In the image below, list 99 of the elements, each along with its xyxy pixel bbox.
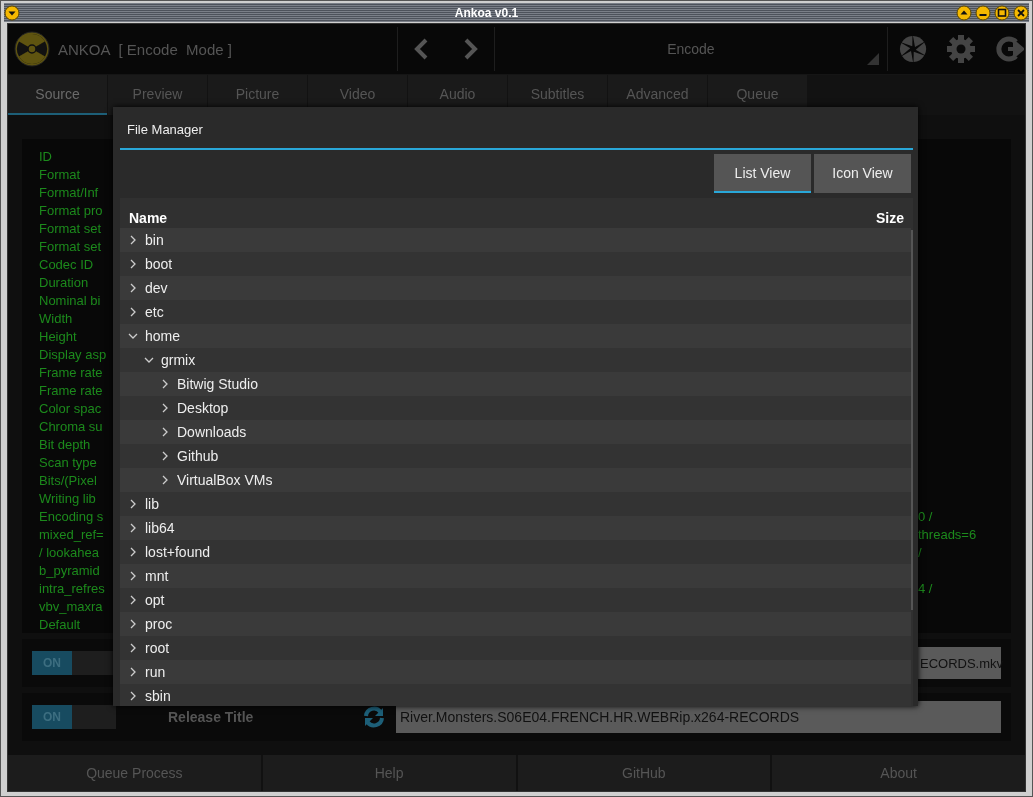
view-button[interactable]: List View xyxy=(714,154,811,193)
maximize-icon[interactable] xyxy=(994,4,1010,21)
info-label: Scan type xyxy=(39,454,97,470)
info-label: / lookahea xyxy=(39,544,99,560)
tree-row[interactable]: run xyxy=(120,660,911,684)
chevron-icon[interactable] xyxy=(128,667,138,677)
info-label: Frame rate xyxy=(39,364,103,380)
tree-row[interactable]: proc xyxy=(120,612,911,636)
info-label: Bit depth xyxy=(39,436,91,452)
chevron-icon[interactable] xyxy=(128,499,138,509)
tree-row[interactable]: Downloads xyxy=(120,420,911,444)
app-name: ANKOA xyxy=(58,40,111,58)
folder-name: home xyxy=(145,328,181,344)
folder-name: lost+found xyxy=(145,544,210,560)
folder-name: lib xyxy=(145,496,159,512)
radiation-logo-icon xyxy=(14,31,50,67)
chevron-icon[interactable] xyxy=(128,235,138,245)
chevron-icon[interactable] xyxy=(128,595,138,605)
mode-label: [ Encode Mode ] xyxy=(118,40,232,58)
folder-name: Desktop xyxy=(177,400,229,416)
chevron-icon[interactable] xyxy=(128,691,138,701)
info-label: Format pro xyxy=(39,202,103,218)
tree-row[interactable]: lib64 xyxy=(120,516,911,540)
info-label: b_pyramid xyxy=(39,562,100,578)
info-label: Display asp xyxy=(39,346,107,362)
chevron-icon[interactable] xyxy=(160,451,170,461)
refresh-icon[interactable] xyxy=(362,705,386,729)
shade-icon[interactable] xyxy=(956,4,972,21)
chevron-icon[interactable] xyxy=(160,475,170,485)
info-label: Format/Inf xyxy=(39,184,99,200)
info-label: Color spac xyxy=(39,400,102,416)
chevron-icon[interactable] xyxy=(128,331,138,341)
tree-row[interactable]: Bitwig Studio xyxy=(120,372,911,396)
folder-name: sbin xyxy=(145,688,171,704)
minimize-icon[interactable] xyxy=(975,4,991,21)
info-label: Writing lib xyxy=(39,490,96,506)
info-label: Nominal bi xyxy=(39,292,101,308)
chevron-icon[interactable] xyxy=(128,643,138,653)
info-label: Format set xyxy=(39,220,102,236)
info-label: Duration xyxy=(39,274,89,290)
folder-name: Downloads xyxy=(177,424,247,440)
chevron-icon[interactable] xyxy=(160,379,170,389)
folder-name: bin xyxy=(145,232,164,248)
info-value: / xyxy=(918,544,922,560)
info-label: Frame rate xyxy=(39,382,103,398)
dialog-title: File Manager xyxy=(120,107,913,150)
folder-name: mnt xyxy=(145,568,169,584)
info-label: Bits/(Pixel xyxy=(39,472,97,488)
folder-name: proc xyxy=(145,616,173,632)
folder-name: root xyxy=(145,640,170,656)
info-label: Codec ID xyxy=(39,256,94,272)
folder-name: lib64 xyxy=(145,520,175,536)
folder-name: grmix xyxy=(161,352,196,368)
info-label: vbv_maxra xyxy=(39,598,103,614)
release-title-label: Release Title xyxy=(168,709,255,725)
info-label: Encoding s xyxy=(39,508,104,524)
chevron-icon[interactable] xyxy=(160,427,170,437)
info-label: Width xyxy=(39,310,73,326)
scrollbar[interactable] xyxy=(911,230,913,610)
folder-name: VirtualBox VMs xyxy=(177,472,273,488)
tree-row[interactable]: VirtualBox VMs xyxy=(120,468,911,492)
folder-name: boot xyxy=(145,256,173,272)
info-value: threads=6 xyxy=(918,526,977,542)
tree-row[interactable]: home xyxy=(120,324,911,348)
info-label: Height xyxy=(39,328,77,344)
chevron-icon[interactable] xyxy=(128,283,138,293)
info-label: mixed_ref= xyxy=(39,526,104,542)
tree-row[interactable]: bin xyxy=(120,228,911,252)
info-label: Chroma su xyxy=(39,418,103,434)
info-value: 0 / xyxy=(918,508,933,524)
chevron-icon[interactable] xyxy=(144,355,154,365)
info-value: 4 / xyxy=(918,580,933,596)
column-header: Name xyxy=(129,210,168,228)
dropdown-corner-icon xyxy=(866,53,879,65)
folder-name: etc xyxy=(145,304,164,320)
folder-name: dev xyxy=(145,280,168,296)
chevron-icon[interactable] xyxy=(128,547,138,557)
column-header: Size xyxy=(876,210,904,228)
folder-name: Bitwig Studio xyxy=(177,376,258,392)
tree-row[interactable]: dev xyxy=(120,276,911,300)
info-label: Default xyxy=(39,616,81,632)
close-icon[interactable] xyxy=(1013,4,1029,21)
folder-name: run xyxy=(145,664,166,680)
chevron-icon[interactable] xyxy=(160,403,170,413)
chevron-icon[interactable] xyxy=(128,619,138,629)
folder-name: Github xyxy=(177,448,219,464)
tree-row[interactable]: mnt xyxy=(120,564,911,588)
view-button[interactable]: Icon View xyxy=(814,154,911,193)
chevron-icon[interactable] xyxy=(128,571,138,581)
chevron-icon[interactable] xyxy=(128,307,138,317)
info-label: Format xyxy=(39,166,81,182)
folder-name: opt xyxy=(145,592,165,608)
info-label: ID xyxy=(39,148,52,164)
window-menu-icon[interactable] xyxy=(4,4,20,21)
chevron-icon[interactable] xyxy=(128,259,138,269)
window-title: Ankoa v0.1 xyxy=(453,5,520,20)
info-label: Format set xyxy=(39,238,102,254)
info-label: intra_refres xyxy=(39,580,105,596)
chevron-icon[interactable] xyxy=(128,523,138,533)
